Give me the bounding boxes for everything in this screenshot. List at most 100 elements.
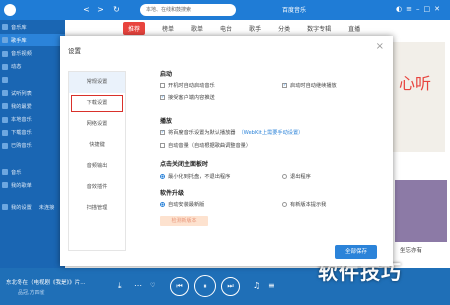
forward-arrow-icon[interactable]: > bbox=[96, 5, 105, 14]
back-arrow-icon[interactable]: < bbox=[82, 5, 91, 14]
sidebar-item[interactable] bbox=[0, 74, 65, 86]
app-logo bbox=[4, 4, 16, 16]
section-upgrade: 软件升级 bbox=[160, 190, 185, 197]
sidebar-item[interactable]: 试听列表 bbox=[0, 87, 65, 99]
default-player-link[interactable]: （WebKit上需要手动设置） bbox=[238, 129, 303, 136]
autostart-option[interactable]: 开机时自动启动音乐 bbox=[160, 82, 215, 89]
next-button[interactable]: ⏭ bbox=[221, 277, 240, 296]
playlist-icon bbox=[2, 169, 8, 176]
maximize-icon[interactable]: □ bbox=[424, 5, 435, 13]
sidebar-item[interactable]: 音乐 bbox=[0, 166, 65, 178]
settings-dialog: 设置 × 常规设置 下载设置 网络设置 快捷键 音频输出 音效插件 扫描管理 启… bbox=[60, 36, 393, 266]
push-checkbox[interactable]: ✓ bbox=[160, 95, 165, 100]
section-startup: 启动 bbox=[160, 71, 173, 78]
title-bar: < > ↻ 本地、在线和鼓搜索 百度音乐 ◐≡–□✕ bbox=[0, 0, 450, 20]
banner[interactable] bbox=[387, 42, 445, 152]
sidebar-item[interactable]: 音乐库 bbox=[0, 21, 65, 33]
refresh-icon[interactable]: ↻ bbox=[112, 5, 121, 14]
close-icon[interactable]: × bbox=[376, 41, 384, 53]
heart-icon bbox=[2, 103, 8, 110]
singer-icon bbox=[2, 37, 8, 44]
sidebar-item[interactable]: 歌手库 bbox=[0, 34, 65, 47]
local-music-icon bbox=[2, 116, 8, 123]
minimize-radio[interactable] bbox=[160, 174, 165, 179]
exit-radio[interactable] bbox=[282, 174, 287, 179]
settings-nav-scan[interactable]: 扫描管理 bbox=[69, 198, 125, 219]
check-update-button[interactable]: 检测新版本 bbox=[160, 216, 208, 226]
tab-live[interactable]: 直播 bbox=[348, 24, 360, 33]
album-cover[interactable] bbox=[395, 180, 447, 242]
feed-icon bbox=[2, 63, 8, 70]
settings-nav: 常规设置 下载设置 网络设置 快捷键 音频输出 音效插件 扫描管理 bbox=[68, 71, 126, 251]
sidebar-item[interactable]: 已购音乐 bbox=[0, 140, 65, 152]
autoplay-option[interactable]: ✓ 启动时自动继续播放 bbox=[282, 82, 337, 89]
sidebar: 音乐库 歌手库 音乐视频 动态 试听列表 我的最爱 本地音乐 下载音乐 已购音乐… bbox=[0, 20, 65, 268]
default-player-checkbox[interactable]: ✓ bbox=[160, 130, 165, 135]
tab-singers[interactable]: 歌手 bbox=[249, 24, 261, 33]
auto-upgrade-radio[interactable] bbox=[160, 202, 165, 207]
settings-panel: 启动 开机时自动启动音乐 ✓ 启动时自动继续播放 ✓ 接受客户端内容推送 播放 ✓ 将… bbox=[160, 69, 385, 259]
tab-playlists[interactable]: 歌单 bbox=[191, 24, 203, 33]
sidebar-item[interactable]: 音乐视频 bbox=[0, 48, 65, 60]
section-playback: 播放 bbox=[160, 118, 173, 125]
settings-nav-general[interactable]: 常规设置 bbox=[69, 72, 125, 93]
volume-icon[interactable]: ♫ bbox=[253, 281, 260, 291]
push-option[interactable]: ✓ 接受客户端内容推送 bbox=[160, 94, 215, 101]
brand-name: 百度音乐 bbox=[282, 7, 307, 14]
tab-charts[interactable]: 榜单 bbox=[162, 24, 174, 33]
sidebar-item[interactable]: 下载音乐 bbox=[0, 127, 65, 139]
tab-categories[interactable]: 分类 bbox=[278, 24, 290, 33]
autostart-checkbox[interactable] bbox=[160, 83, 165, 88]
close-window-icon[interactable]: ✕ bbox=[434, 5, 444, 13]
settings-nav-download[interactable]: 下载设置 bbox=[69, 93, 125, 114]
video-icon bbox=[2, 50, 8, 57]
tab-digital-albums[interactable]: 数字专辑 bbox=[307, 24, 331, 33]
tab-bar: 推荐 榜单 歌单 电台 歌手 分类 数字专辑 直播 bbox=[65, 20, 450, 36]
song-artist: 品冠,方四雀 bbox=[18, 290, 45, 296]
minimize-option[interactable]: 最小化到托盘，不退出程序 bbox=[160, 173, 230, 180]
default-player-option[interactable]: ✓ 将百度音乐设置为默认播放器 （WebKit上需要手动设置） bbox=[160, 129, 303, 136]
tab-recommend[interactable]: 推荐 bbox=[123, 21, 146, 35]
sidebar-footer[interactable]: 我的设置 未连接 bbox=[0, 201, 65, 213]
sidebar-item[interactable]: 本地音乐 bbox=[0, 114, 65, 126]
settings-nav-network[interactable]: 网络设置 bbox=[69, 114, 125, 135]
section-close-main: 点击关闭主面板时 bbox=[160, 161, 209, 168]
heart-icon[interactable]: ♡ bbox=[150, 281, 155, 291]
download-song-icon[interactable]: ⤓ bbox=[118, 281, 122, 291]
settings-nav-audio-output[interactable]: 音频输出 bbox=[69, 156, 125, 177]
playlist-icon bbox=[2, 182, 8, 189]
download-icon bbox=[2, 129, 8, 136]
sidebar-icon bbox=[2, 76, 8, 83]
autoplay-checkbox[interactable]: ✓ bbox=[282, 83, 287, 88]
song-title: 东北冬在（电视剧《我是》》片... bbox=[6, 280, 86, 286]
music-library-icon bbox=[2, 24, 8, 31]
auto-upgrade-option[interactable]: 自动安装最新版 bbox=[160, 201, 204, 208]
window-controls[interactable]: ◐≡–□✕ bbox=[396, 5, 444, 13]
notify-upgrade-option[interactable]: 有新版本提示我 bbox=[282, 201, 326, 208]
save-all-button[interactable]: 全部保存 bbox=[335, 245, 377, 259]
purchased-icon bbox=[2, 142, 8, 149]
settings-nav-hotkeys[interactable]: 快捷键 bbox=[69, 135, 125, 156]
prev-button[interactable]: ⏮ bbox=[170, 277, 189, 296]
playlist-icon[interactable]: ≡ bbox=[268, 281, 275, 291]
more-icon[interactable]: ⋯ bbox=[134, 281, 142, 291]
sidebar-item[interactable]: 我的最爱 bbox=[0, 100, 65, 112]
sidebar-item[interactable]: 我的歌单 bbox=[0, 179, 65, 191]
skin-icon[interactable]: ◐ bbox=[396, 5, 406, 13]
search-input[interactable]: 本地、在线和鼓搜索 bbox=[140, 4, 236, 16]
album-caption: 坐忘亦有 bbox=[400, 248, 423, 254]
minimize-icon[interactable]: – bbox=[416, 5, 424, 13]
tab-radio[interactable]: 电台 bbox=[220, 24, 232, 33]
sidebar-item[interactable]: 动态 bbox=[0, 61, 65, 73]
menu-icon[interactable]: ≡ bbox=[406, 5, 416, 13]
auto-volume-option[interactable]: 自动音量（自动根据歌曲调整音量） bbox=[160, 142, 251, 149]
auto-volume-checkbox[interactable] bbox=[160, 143, 165, 148]
settings-nav-audio-plugins[interactable]: 音效插件 bbox=[69, 177, 125, 198]
exit-option[interactable]: 退出程序 bbox=[282, 173, 311, 180]
notify-upgrade-radio[interactable] bbox=[282, 202, 287, 207]
settings-icon bbox=[2, 204, 8, 211]
dialog-title: 设置 bbox=[68, 47, 81, 55]
banner-text: 心听 bbox=[399, 74, 432, 93]
play-pause-button[interactable]: ⏸ bbox=[194, 275, 216, 297]
list-icon bbox=[2, 90, 8, 97]
